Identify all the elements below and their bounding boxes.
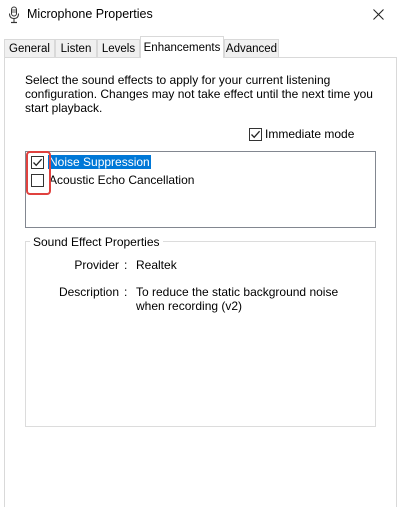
annotation-highlight-box [26, 151, 51, 195]
list-item[interactable]: Acoustic Echo Cancellation [31, 172, 195, 188]
checkbox-checked-icon[interactable] [249, 127, 262, 141]
provider-colon: : [124, 258, 128, 272]
provider-label: Provider [74, 258, 119, 272]
description-colon: : [124, 285, 128, 299]
provider-value: Realtek [136, 258, 177, 272]
immediate-mode-checkbox[interactable]: Immediate mode [249, 127, 354, 141]
description-label: Description [58, 285, 119, 299]
effect-label-echo-cancellation: Acoustic Echo Cancellation [49, 173, 195, 187]
properties-window: Microphone Properties General Listen Lev… [0, 0, 401, 507]
immediate-mode-label: Immediate mode [265, 127, 355, 141]
group-title: Sound Effect Properties [30, 235, 163, 249]
effect-label-noise-suppression: Noise Suppression [48, 155, 151, 169]
enhancements-description: Select the sound effects to apply for yo… [25, 73, 373, 115]
description-value: To reduce the static background noise wh… [136, 285, 339, 313]
enhancements-content: Select the sound effects to apply for yo… [0, 0, 401, 507]
effects-list[interactable]: Noise Suppression Acoustic Echo Cancella… [25, 151, 376, 228]
